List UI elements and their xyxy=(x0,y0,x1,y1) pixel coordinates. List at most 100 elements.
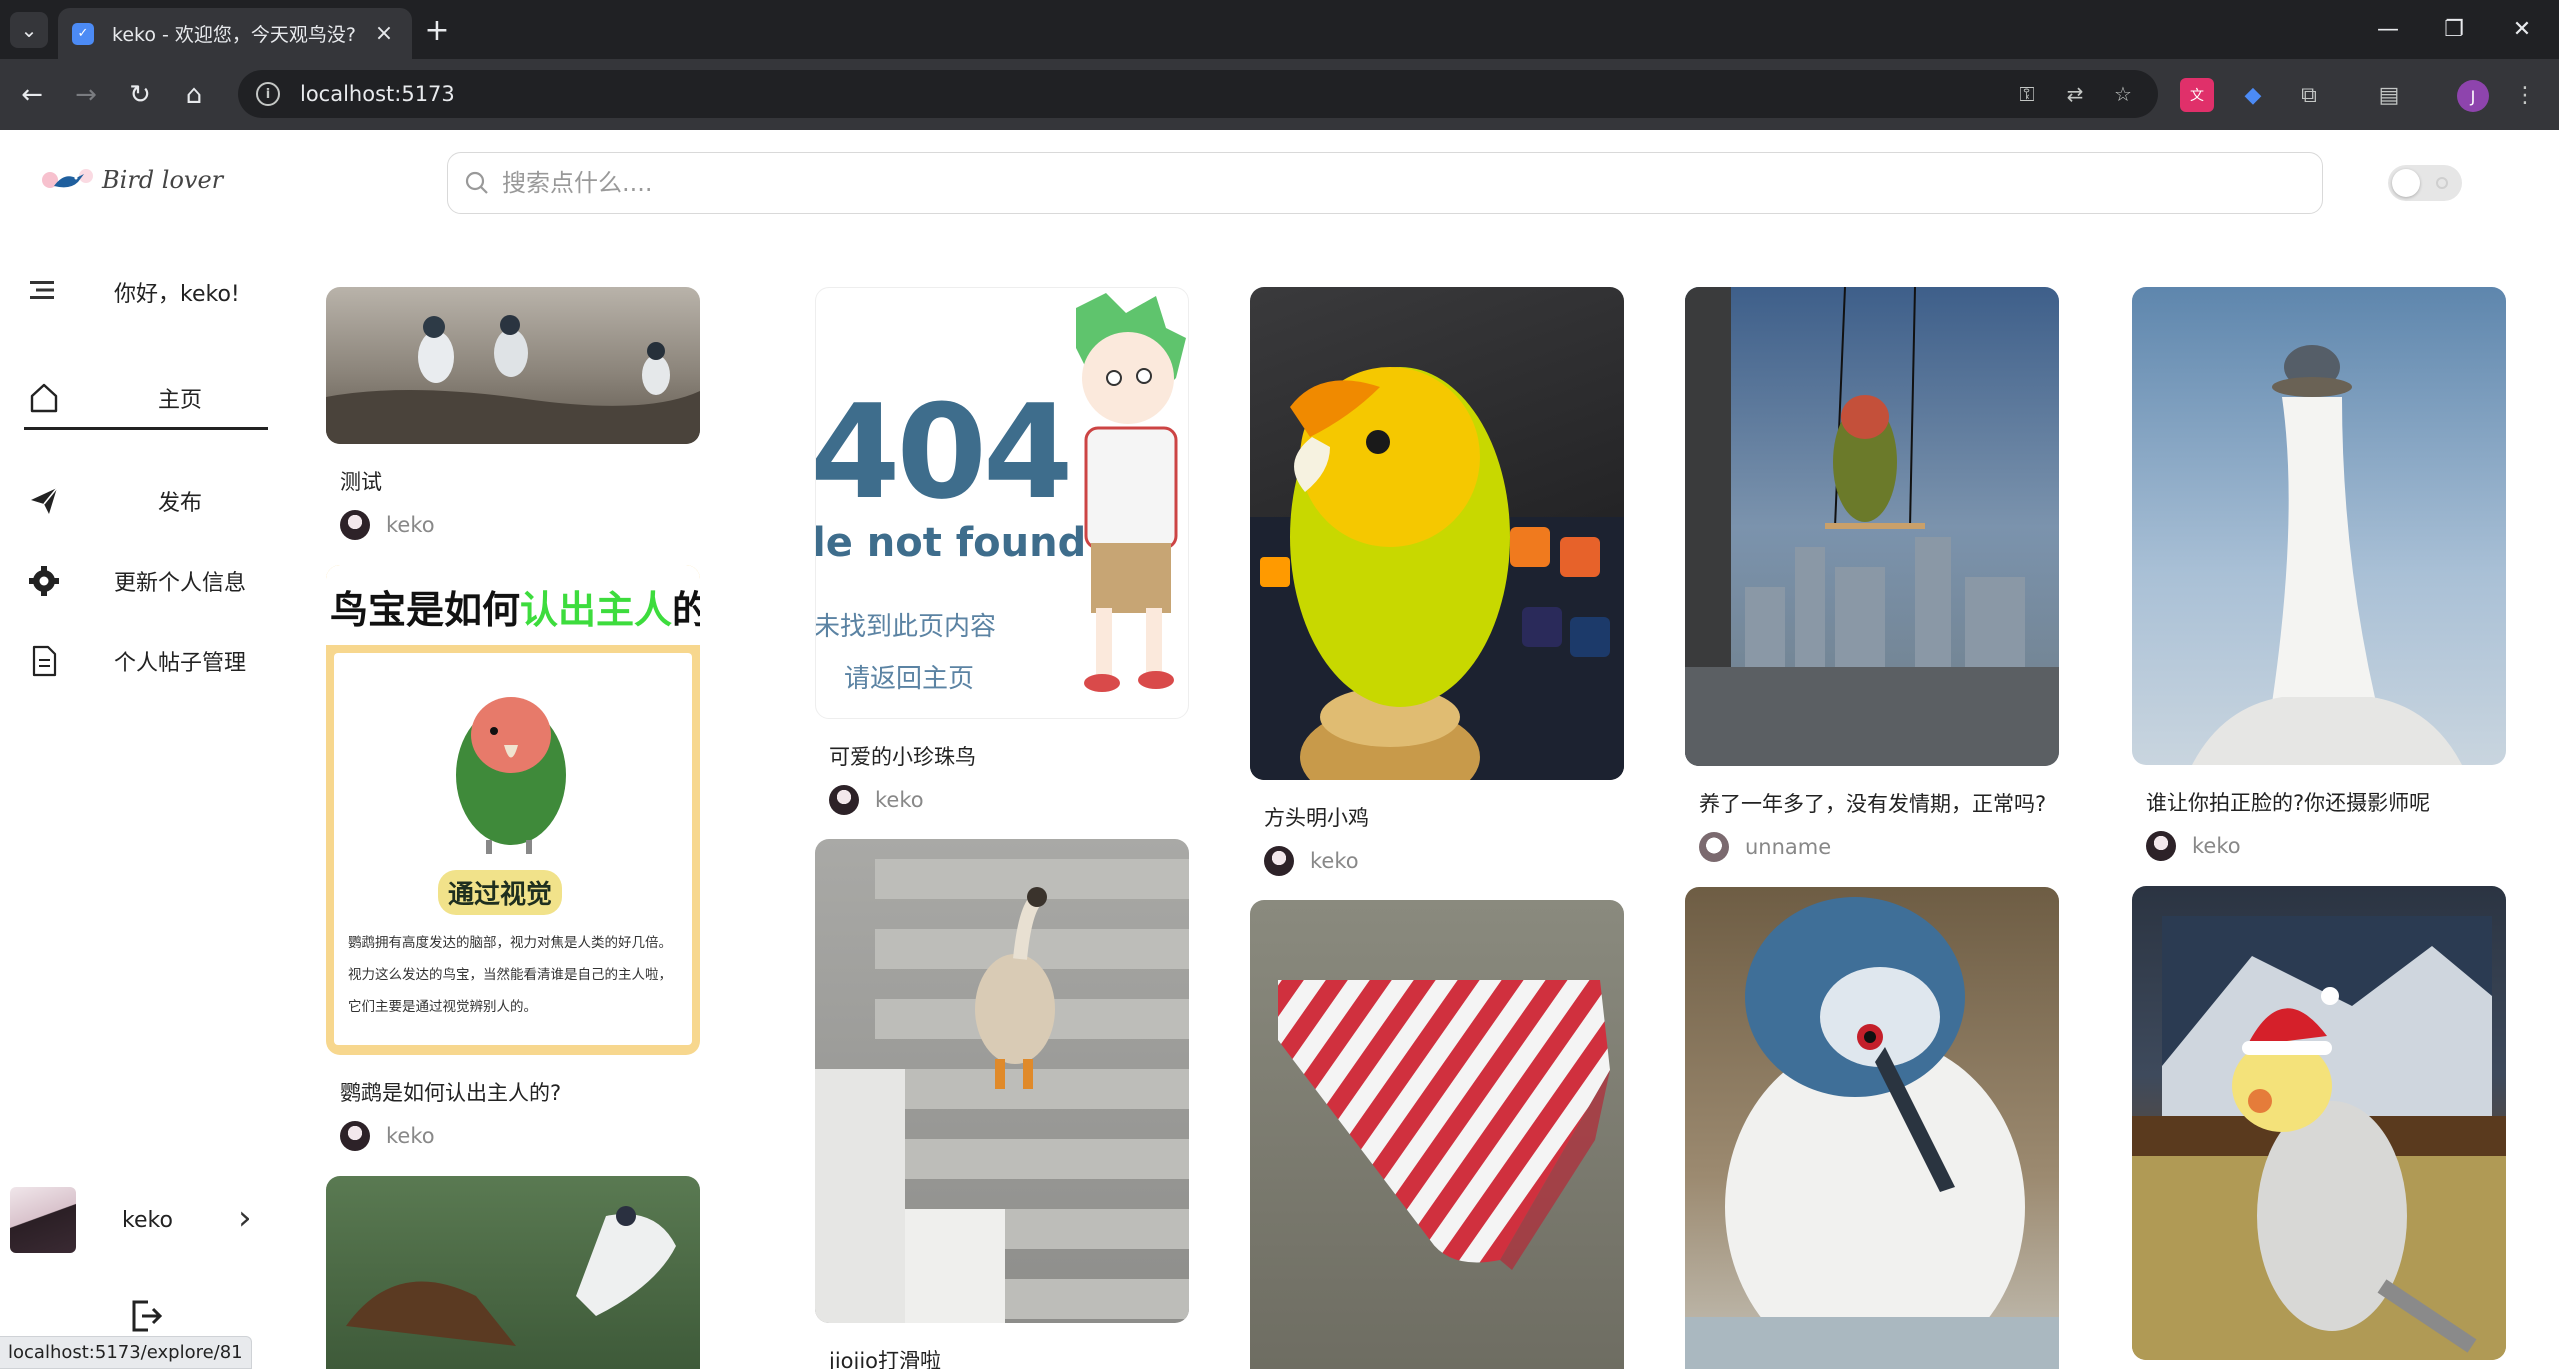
browser-tab-bar: ⌄ ✓ keko - 欢迎您，今天观鸟没? × + — ❐ ✕ xyxy=(0,0,2559,59)
close-tab-icon[interactable]: × xyxy=(370,21,398,46)
favicon-icon: ✓ xyxy=(72,22,94,45)
site-logo[interactable]: Bird lover xyxy=(40,155,230,205)
post-title[interactable]: 养了一年多了，没有发情期，正常吗? xyxy=(1685,788,2059,818)
tab-title: keko - 欢迎您，今天观鸟没? xyxy=(112,24,356,46)
post-author[interactable]: keko xyxy=(1250,846,1624,876)
post-image[interactable] xyxy=(1250,900,1624,1369)
restore-button[interactable]: ❐ xyxy=(2424,10,2484,48)
close-window-button[interactable]: ✕ xyxy=(2492,10,2552,48)
chevron-right-icon[interactable]: › xyxy=(238,1198,252,1238)
search-input[interactable] xyxy=(502,169,2202,197)
minimize-button[interactable]: — xyxy=(2358,10,2418,48)
post-title[interactable]: 鹦鹉是如何认出主人的? xyxy=(326,1077,700,1107)
back-button[interactable]: ← xyxy=(12,75,52,115)
user-profile-card[interactable]: keko › xyxy=(10,1184,270,1256)
post-title[interactable]: 方头明小鸡 xyxy=(1250,802,1624,832)
post-author[interactable]: unname xyxy=(1685,832,2059,862)
menu-dots-icon[interactable]: ⋮ xyxy=(2508,78,2542,112)
extensions-puzzle-icon[interactable]: ⧉ xyxy=(2292,78,2326,112)
document-icon xyxy=(24,641,64,681)
post-image[interactable] xyxy=(326,1176,700,1369)
logo-text: Bird lover xyxy=(102,166,224,194)
post-title[interactable]: 谁让你拍正脸的?你还摄影师呢 xyxy=(2132,787,2506,817)
sidebar-item-my-posts[interactable]: 个人帖子管理 xyxy=(24,630,268,692)
theme-toggle[interactable] xyxy=(2388,165,2462,201)
post-author[interactable]: keko xyxy=(815,785,1189,815)
post-card[interactable]: 鸟宝是如何认出主人的 通过视觉 鹦鹉拥有高度发达的脑部，视力对焦是人类的好几倍。… xyxy=(326,565,700,1151)
toggle-knob xyxy=(2392,169,2420,197)
post-image[interactable]: 404 le not found 未找到此页内容 请返回主页 xyxy=(815,287,1189,719)
user-name: keko xyxy=(122,1207,173,1233)
post-image[interactable] xyxy=(2132,886,2506,1360)
post-card[interactable] xyxy=(1685,887,2059,1369)
gear-icon xyxy=(24,561,64,601)
author-name: keko xyxy=(2192,834,2241,858)
post-image[interactable] xyxy=(1685,887,2059,1369)
forward-button[interactable]: → xyxy=(66,75,106,115)
image-404-text: 404 xyxy=(815,376,1073,528)
post-image[interactable] xyxy=(2132,287,2506,765)
chevron-down-icon: ⌄ xyxy=(20,18,38,42)
search-bar[interactable] xyxy=(447,152,2323,214)
post-image[interactable] xyxy=(1250,287,1624,780)
sidebar-item-update-profile[interactable]: 更新个人信息 xyxy=(24,550,268,612)
toggle-off-indicator xyxy=(2436,177,2448,189)
post-card[interactable]: 养了一年多了，没有发情期，正常吗? unname xyxy=(1685,287,2059,862)
sidebar-item-label: 主页 xyxy=(157,387,202,413)
menu-collapse-icon[interactable] xyxy=(28,276,58,309)
author-avatar xyxy=(1264,846,1294,876)
sidebar-greeting: 你好，keko! xyxy=(28,270,268,314)
post-author[interactable]: keko xyxy=(2132,831,2506,861)
author-name: keko xyxy=(1310,849,1359,873)
sidebar-item-publish[interactable]: 发布 xyxy=(24,470,268,532)
image-cn-line-1: 未找到此页内容 xyxy=(815,612,997,642)
post-image[interactable] xyxy=(326,287,700,444)
post-image[interactable] xyxy=(815,839,1189,1323)
post-author[interactable]: keko xyxy=(326,1121,700,1151)
address-bar[interactable]: i localhost:5173 ⚿ ⇄ ☆ xyxy=(238,70,2158,118)
password-key-icon[interactable]: ⚿ xyxy=(2010,78,2044,110)
reload-button[interactable]: ↻ xyxy=(120,75,160,115)
post-author[interactable]: keko xyxy=(326,510,700,540)
image-headline: 鸟宝是如何认出主人的 xyxy=(330,588,700,632)
url-text[interactable]: localhost:5173 xyxy=(300,82,455,106)
post-card[interactable] xyxy=(326,1176,700,1369)
post-card[interactable]: jiojio打滑啦 xyxy=(815,839,1189,1369)
post-title[interactable]: 测试 xyxy=(326,466,700,496)
sidebar-item-home[interactable]: 主页 xyxy=(24,368,268,430)
profile-avatar[interactable]: J xyxy=(2457,80,2489,112)
post-card[interactable]: 谁让你拍正脸的?你还摄影师呢 keko xyxy=(2132,287,2506,861)
author-name: keko xyxy=(386,1124,435,1148)
post-card[interactable] xyxy=(2132,886,2506,1360)
tab-list-button[interactable]: ⌄ xyxy=(10,12,48,48)
post-card[interactable]: 方头明小鸡 keko xyxy=(1250,287,1624,876)
new-tab-button[interactable]: + xyxy=(418,12,456,48)
post-image[interactable] xyxy=(1685,287,2059,766)
extension-translate-icon[interactable]: 文 xyxy=(2180,78,2214,112)
post-title[interactable]: jiojio打滑啦 xyxy=(815,1345,1189,1369)
site-info-icon[interactable]: i xyxy=(256,82,280,106)
post-image[interactable]: 鸟宝是如何认出主人的 通过视觉 鹦鹉拥有高度发达的脑部，视力对焦是人类的好几倍。… xyxy=(326,565,700,1055)
home-button[interactable]: ⌂ xyxy=(174,75,214,115)
reading-list-icon[interactable]: ▤ xyxy=(2372,78,2406,112)
bookmark-star-icon[interactable]: ☆ xyxy=(2106,78,2140,110)
sidebar-item-label: 更新个人信息 xyxy=(113,571,246,596)
yotsuba-illustration xyxy=(1076,293,1186,692)
status-bar-url: localhost:5173/explore/81 xyxy=(0,1336,252,1369)
image-cn-line-2: 请返回主页 xyxy=(844,664,975,694)
author-name: keko xyxy=(386,513,435,537)
post-card[interactable]: 测试 keko xyxy=(326,287,700,540)
browser-tab[interactable]: ✓ keko - 欢迎您，今天观鸟没? × xyxy=(58,8,412,59)
sidebar-item-label: 发布 xyxy=(157,491,202,516)
author-avatar xyxy=(340,510,370,540)
post-card[interactable]: 404 le not found 未找到此页内容 请返回主页 可爱的小珍珠鸟 k… xyxy=(815,287,1189,815)
post-title[interactable]: 可爱的小珍珠鸟 xyxy=(815,741,1189,771)
translate-icon[interactable]: ⇄ xyxy=(2058,78,2092,110)
post-card[interactable] xyxy=(1250,900,1624,1369)
sidebar-item-label: 个人帖子管理 xyxy=(113,651,246,676)
logout-icon[interactable] xyxy=(128,1298,164,1334)
author-name: unname xyxy=(1745,835,1832,859)
extension-cube-icon[interactable]: ◆ xyxy=(2236,78,2270,112)
author-avatar xyxy=(1699,832,1729,862)
lovebird-illustration xyxy=(456,697,566,854)
